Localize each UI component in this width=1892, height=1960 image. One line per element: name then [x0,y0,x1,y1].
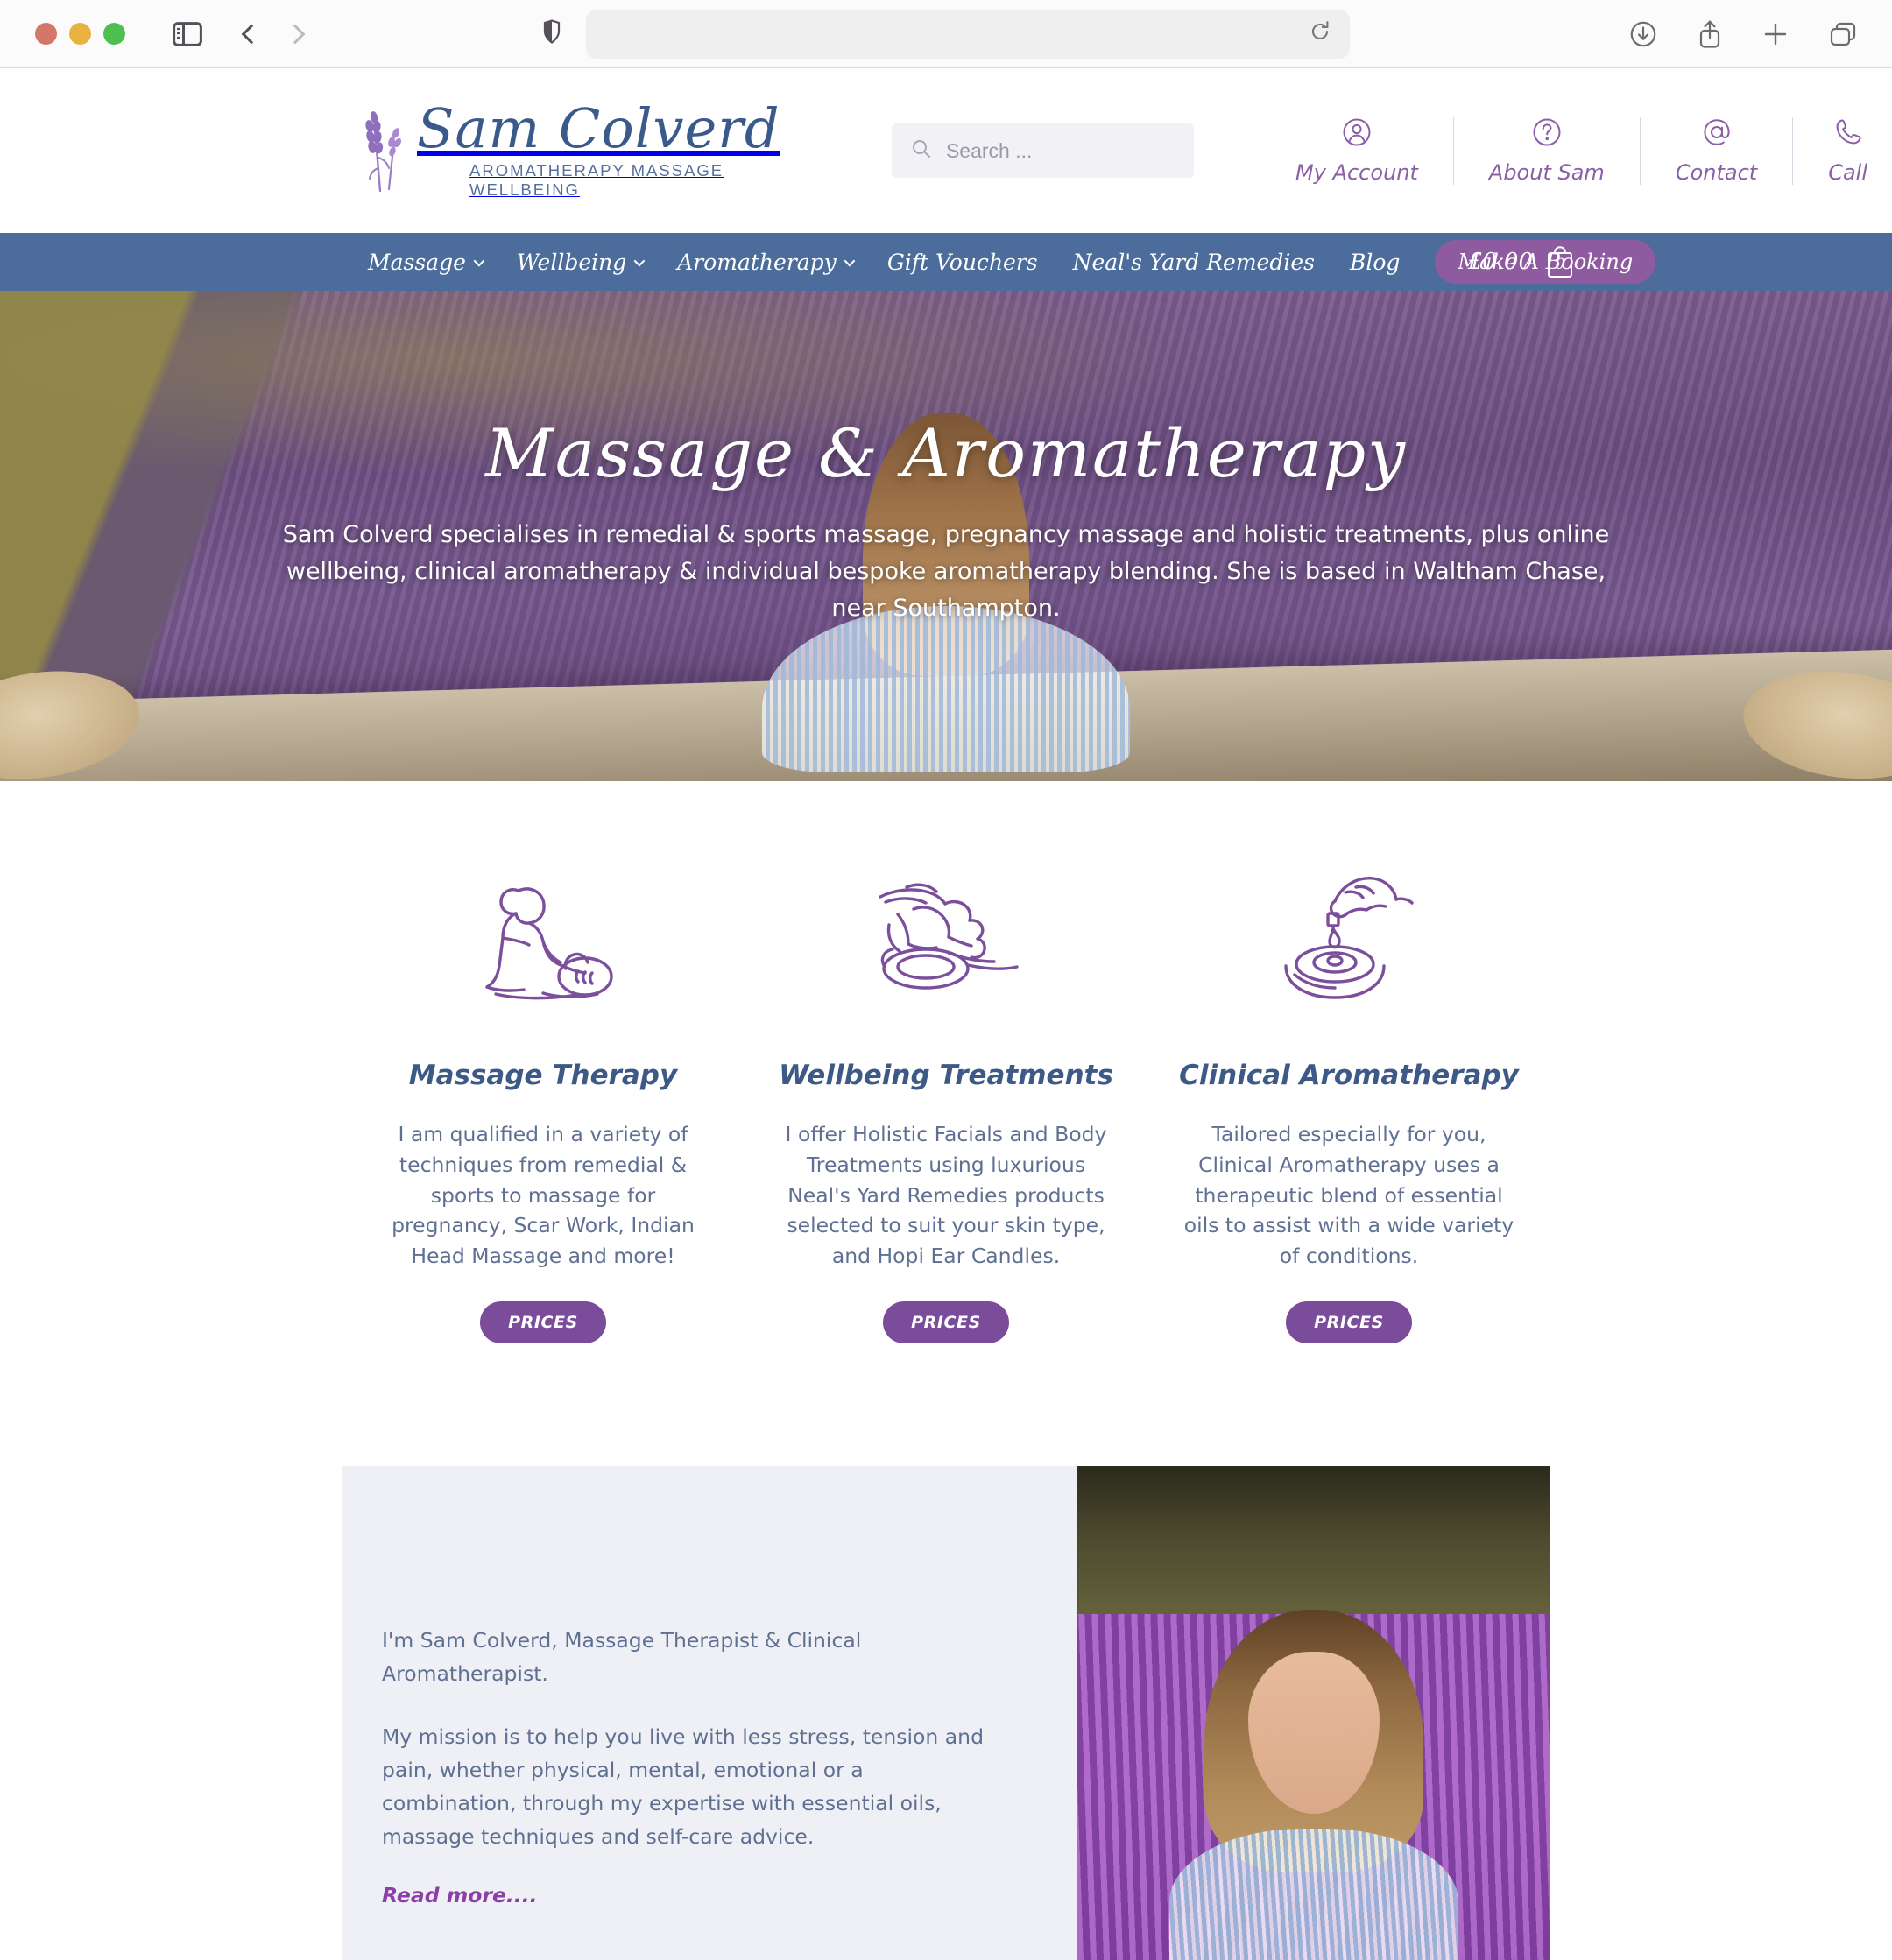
share-icon[interactable] [1698,19,1722,49]
prices-button[interactable]: PRICES [1286,1301,1412,1343]
reload-icon[interactable] [1310,20,1331,47]
search-icon [911,138,932,164]
nav-item-label: Neal's Yard Remedies [1072,249,1315,275]
prices-button[interactable]: PRICES [480,1301,606,1343]
header-link-call[interactable]: Call [1793,117,1892,185]
zoom-window-button[interactable] [103,23,125,45]
shield-icon[interactable] [542,19,561,48]
nav-item-aromatherapy[interactable]: Aromatherapy [660,250,870,275]
cart-count: 0 [1555,256,1565,273]
service-card-wellbeing-treatments: Wellbeing Treatments I offer Holistic Fa… [745,865,1147,1343]
prices-button[interactable]: PRICES [883,1301,1009,1343]
user-circle-icon [1342,117,1372,152]
new-tab-icon[interactable] [1762,21,1789,47]
at-sign-icon [1702,117,1732,152]
close-window-button[interactable] [35,23,57,45]
address-bar[interactable] [586,9,1350,59]
tab-overview-icon[interactable] [1829,21,1857,47]
service-card-body: Tailored especially for you, Clinical Ar… [1183,1122,1514,1269]
forward-icon[interactable] [285,24,306,44]
facial-treatment-icon [767,865,1125,1023]
navigation-arrows [241,24,306,44]
header-link-label: Call [1828,159,1867,185]
hero-banner: Massage & Aromatherapy Sam Colverd speci… [0,291,1892,781]
window-controls [35,23,125,45]
nav-item-label: Massage [368,249,466,275]
service-card-title: Wellbeing Treatments [779,1060,1113,1091]
address-bar-group [542,9,1350,59]
question-circle-icon [1532,117,1562,152]
service-card-body: I am qualified in a variety of technique… [392,1122,695,1269]
chevron-down-icon [844,255,856,266]
about-mission-line: My mission is to help you live with less… [382,1724,984,1850]
read-more-link[interactable]: Read more.... [382,1883,538,1907]
header-link-label: Contact [1675,159,1758,185]
header-link-about-sam[interactable]: About Sam [1454,116,1641,185]
oil-drop-bowl-icon [1170,865,1528,1023]
services-section: Massage Therapy I am qualified in a vari… [0,781,1892,1343]
phone-icon [1833,117,1863,152]
lavender-sprig-icon [357,109,412,193]
back-icon[interactable] [241,24,262,44]
header-link-contact[interactable]: Contact [1641,116,1794,185]
about-text-panel: I'm Sam Colverd, Massage Therapist & Cli… [342,1465,1077,1960]
shopping-bag-icon[interactable]: 0 [1545,245,1575,278]
about-portrait-photo [1077,1465,1550,1960]
nav-item-label: Gift Vouchers [886,249,1038,275]
massage-therapist-icon [364,865,722,1023]
site-search[interactable] [891,123,1195,178]
service-card-massage-therapy: Massage Therapy I am qualified in a vari… [342,865,745,1343]
logo-tagline: AROMATHERAPY MASSAGE WELLBEING [469,161,724,199]
service-card-body: I offer Holistic Facials and Body Treatm… [785,1122,1107,1269]
nav-item-label: Aromatherapy [677,249,837,275]
nav-item-wellbeing[interactable]: Wellbeing [499,250,660,275]
logo-wordmark: Sam Colverd [417,96,780,160]
sidebar-icon[interactable] [173,21,202,46]
hero-subtitle: Sam Colverd specialises in remedial & sp… [282,521,1610,622]
site-logo[interactable]: Sam Colverd AROMATHERAPY MASSAGE WELLBEI… [357,102,815,200]
main-navigation: Massage Wellbeing Aromatherapy Gift Vouc… [0,233,1892,291]
chevron-down-icon [633,255,646,266]
nav-item-gift-vouchers[interactable]: Gift Vouchers [870,250,1055,275]
nav-item-label: Wellbeing [516,249,627,275]
chevron-down-icon [473,255,485,266]
about-intro-line: I'm Sam Colverd, Massage Therapist & Cli… [382,1627,862,1686]
nav-item-neals-yard-remedies[interactable]: Neal's Yard Remedies [1055,250,1332,275]
hero-title: Massage & Aromatherapy [484,414,1408,492]
service-card-clinical-aromatherapy: Clinical Aromatherapy Tailored especiall… [1147,865,1550,1343]
header-quick-links: My Account About Sam Contact Call [1271,116,1892,185]
header-link-label: My Account [1295,159,1418,185]
downloads-icon[interactable] [1629,20,1657,48]
header-link-label: About Sam [1488,159,1605,185]
service-card-title: Clinical Aromatherapy [1179,1060,1519,1091]
site-header: Sam Colverd AROMATHERAPY MASSAGE WELLBEI… [0,68,1892,233]
nav-item-massage[interactable]: Massage [350,250,499,275]
about-section: I'm Sam Colverd, Massage Therapist & Cli… [342,1465,1550,1960]
cart-widget[interactable]: £0.00 0 [1468,245,1575,278]
header-link-my-account[interactable]: My Account [1271,116,1454,185]
search-input[interactable] [945,138,1175,163]
minimize-window-button[interactable] [69,23,91,45]
nav-item-label: Blog [1349,249,1401,275]
browser-toolbar [0,0,1892,68]
toolbar-right-icons [1629,19,1869,49]
nav-item-blog[interactable]: Blog [1332,250,1417,275]
cart-total: £0.00 [1467,249,1533,275]
service-card-title: Massage Therapy [408,1060,678,1091]
